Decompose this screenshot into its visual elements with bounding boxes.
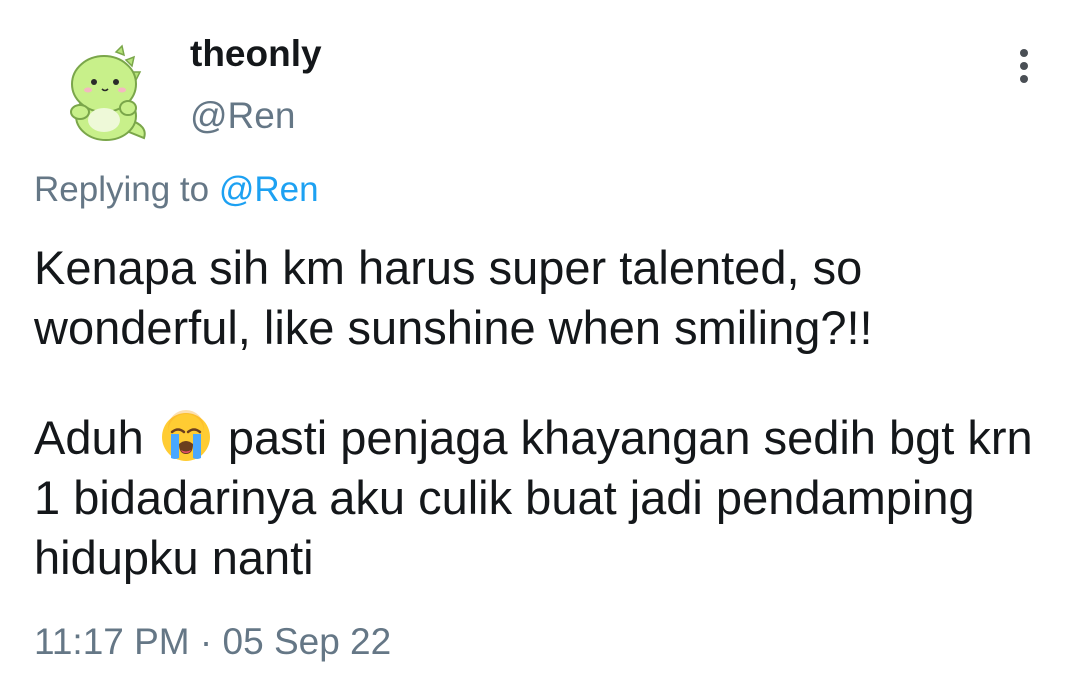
loudly-crying-face-icon (159, 410, 213, 464)
green-dinosaur-avatar-icon (44, 36, 160, 152)
avatar[interactable] (42, 34, 162, 154)
more-options-button[interactable] (1003, 42, 1045, 90)
tweet-timestamp[interactable]: 11:17 PM · 05 Sep 22 (34, 618, 391, 666)
tweet-paragraph: Aduh pasti penjaga khayangan sedih bgt k… (34, 408, 1054, 588)
reply-mention-link[interactable]: @Ren (219, 170, 319, 209)
tweet-paragraph: Kenapa sih km harus super talented, so w… (34, 241, 876, 354)
tweet-text-segment: Aduh (34, 411, 157, 464)
user-handle[interactable]: @Ren (190, 92, 295, 140)
more-vertical-icon (1020, 49, 1028, 57)
tweet-text: Kenapa sih km harus super talented, so w… (34, 238, 1054, 588)
replying-to-label: Replying to (34, 170, 219, 209)
display-name[interactable]: theonly (190, 30, 322, 78)
more-vertical-icon-dot (1020, 75, 1028, 83)
replying-to-line: Replying to @Ren (34, 166, 319, 214)
more-vertical-icon-dot (1020, 62, 1028, 70)
